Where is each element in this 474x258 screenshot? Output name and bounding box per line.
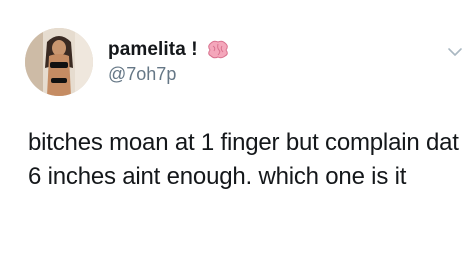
tweet-card: pamelita ! @7oh7p bitches moan at 1 fing… (0, 0, 474, 258)
chevron-down-icon[interactable] (447, 46, 463, 58)
author-handle[interactable]: @7oh7p (108, 64, 176, 85)
display-name[interactable]: pamelita ! (108, 39, 198, 61)
brain-icon (206, 40, 230, 60)
author-name-row: pamelita ! (108, 37, 230, 63)
tweet-text: bitches moan at 1 finger but complain da… (28, 129, 459, 190)
avatar[interactable] (25, 28, 93, 96)
